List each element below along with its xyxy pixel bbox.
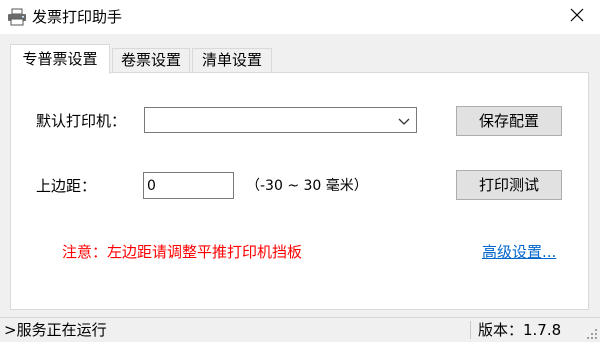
close-button[interactable]: [554, 0, 600, 34]
top-margin-input[interactable]: [143, 172, 234, 199]
advanced-settings-link[interactable]: 高级设置...: [482, 242, 556, 262]
tab-label: 清单设置: [201, 51, 262, 69]
warning-text: 注意：左边距请调整平推打印机挡板: [62, 243, 303, 261]
tab-label: 卷票设置: [120, 51, 181, 69]
window-title: 发票打印助手: [32, 8, 123, 26]
top-margin-range-hint: （-30 ~ 30 毫米）: [246, 178, 368, 194]
printer-select[interactable]: [144, 107, 417, 133]
close-icon: [570, 8, 584, 26]
test-print-button[interactable]: 打印测试: [456, 170, 562, 200]
service-status: >服务正在运行: [4, 321, 107, 339]
resize-grip-icon[interactable]: [586, 328, 598, 340]
title-bar[interactable]: 发票打印助手: [0, 0, 600, 34]
chevron-down-icon: [398, 115, 410, 125]
save-config-button[interactable]: 保存配置: [456, 106, 562, 136]
tab-list-settings[interactable]: 清单设置: [192, 48, 272, 72]
default-printer-label: 默认打印机：: [36, 112, 127, 130]
status-divider: [470, 321, 471, 339]
tab-roll-invoice[interactable]: 卷票设置: [112, 48, 190, 72]
printer-icon: [7, 8, 27, 26]
top-margin-label: 上边距：: [36, 177, 97, 195]
tab-special-invoice[interactable]: 专普票设置: [10, 44, 110, 74]
version-label: 版本：1.7.8: [478, 321, 562, 339]
status-bar: >服务正在运行 版本：1.7.8: [0, 317, 600, 342]
tab-label: 专普票设置: [22, 50, 98, 68]
app-window: 发票打印助手 专普票设置 卷票设置 清单设置 默认打印机： 保存配置 上边距： …: [0, 0, 600, 342]
